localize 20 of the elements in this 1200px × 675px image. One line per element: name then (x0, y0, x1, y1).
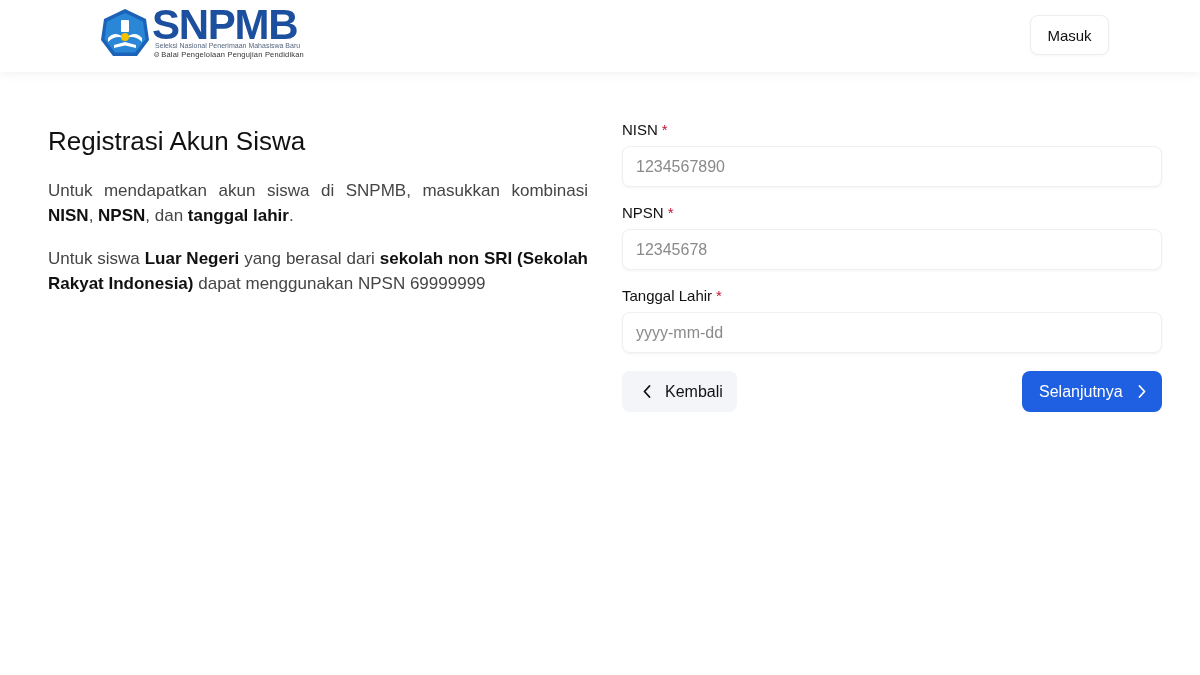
field-label: Tanggal Lahir (622, 286, 713, 306)
next-button[interactable]: Selanjutnya (1022, 371, 1162, 412)
required-asterisk: * (667, 203, 674, 223)
page-title: Registrasi Akun Siswa (48, 125, 307, 158)
intro-paragraph: Untuk siswa Luar Negeri yang berasal dari sekolah non SRI (Sekolah Rakyat Indonesia) dapat menggunakan NPSN 69999999 (48, 248, 588, 295)
field-label: NISN (622, 120, 658, 140)
logo-wordmark: SNPMB (152, 7, 298, 41)
login-button[interactable]: Masuk (1030, 15, 1109, 55)
back-button[interactable]: Kembali (622, 371, 737, 412)
input-field[interactable]: 1234567890 (622, 146, 1162, 187)
required-asterisk: * (716, 286, 722, 306)
required-asterisk: * (661, 120, 668, 140)
chevron-right-icon (1137, 385, 1146, 398)
intro-paragraph: Untuk mendapatkan akun siswa di SNPMB, masukkan kombinasi NISN, NPSN, dan tanggal lahir. (48, 180, 588, 227)
chevron-left-icon (643, 385, 651, 398)
field-label: NPSN (622, 203, 664, 223)
emblem-icon (100, 8, 150, 58)
circle-mark-icon (154, 50, 160, 58)
input-field[interactable]: 12345678 (622, 229, 1162, 270)
input-field[interactable]: yyyy-mm-dd (622, 312, 1162, 353)
